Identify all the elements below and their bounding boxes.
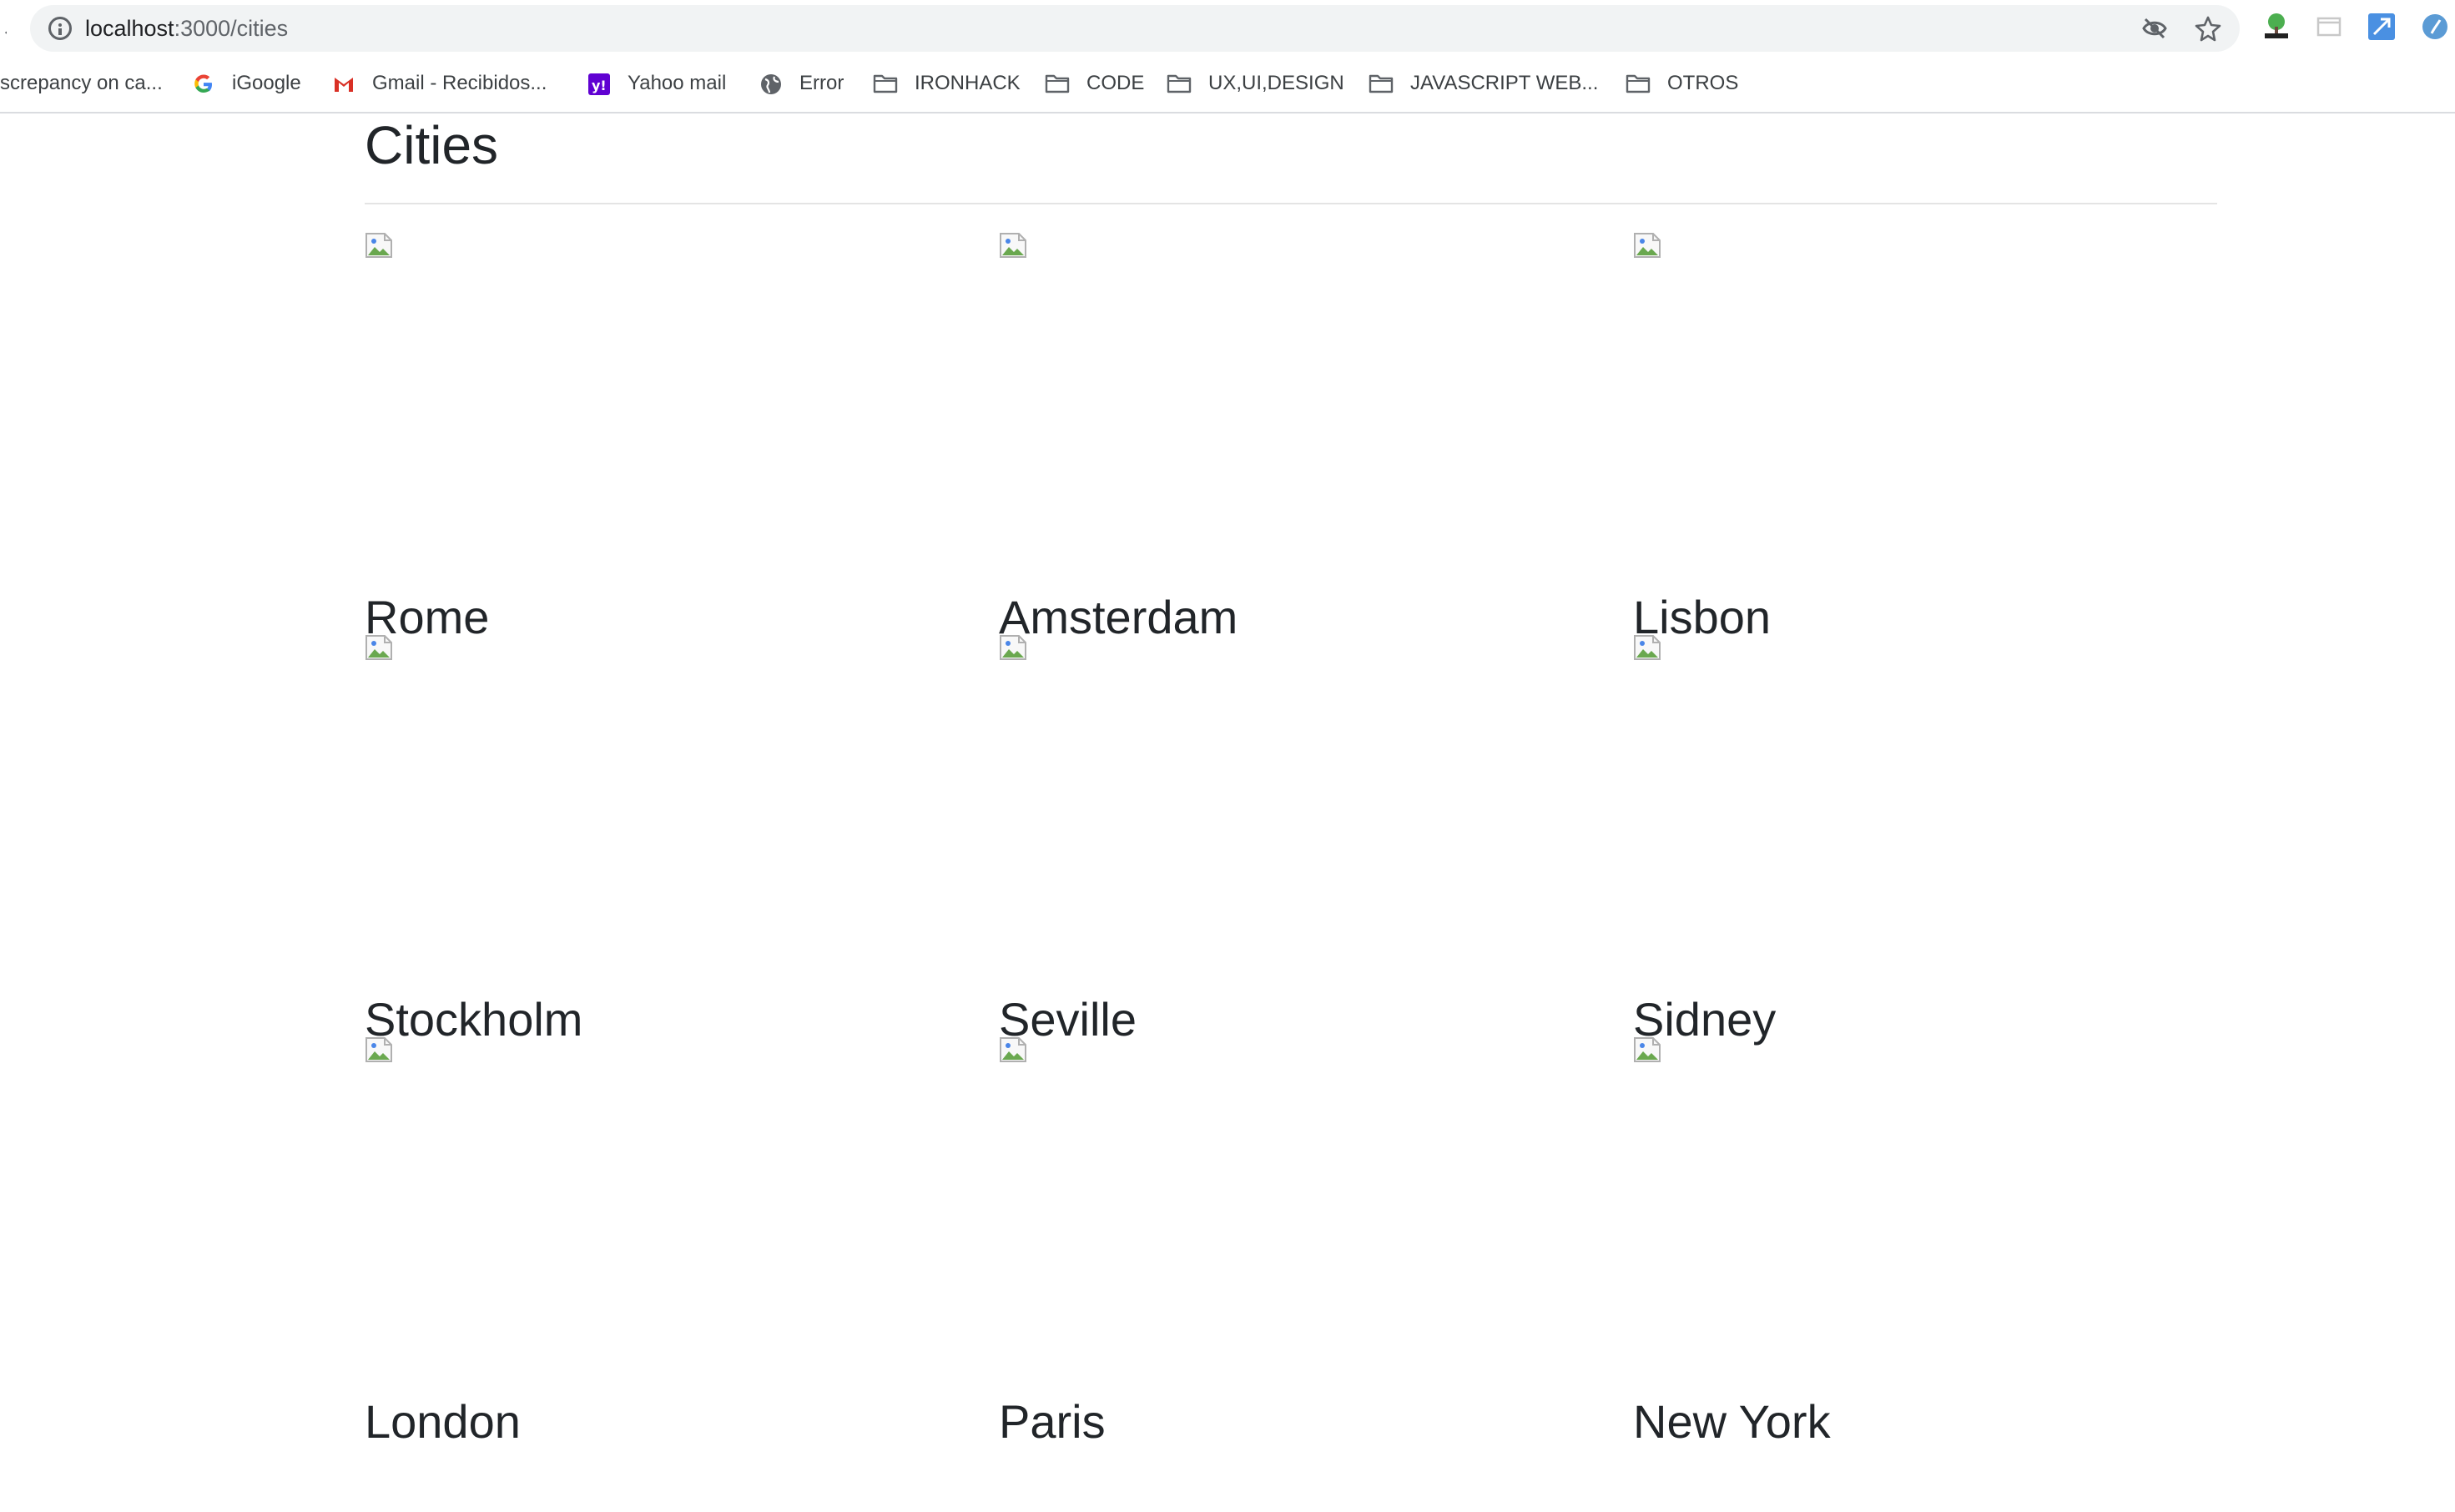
bookmark-label: Yahoo mail [628,72,727,94]
bookmark-label: CODE [1086,72,1145,94]
browser-chrome: ← localhost:3000/cities [0,0,2455,113]
broken-image-icon [1633,1036,1661,1063]
yahoo-icon: y! [587,72,611,95]
broken-image-icon [365,634,393,661]
star-icon[interactable] [2195,15,2221,42]
page-title: Cities [365,115,499,175]
eye-slash-icon[interactable] [2141,15,2168,42]
folder-icon [873,73,898,93]
bookmark-error[interactable]: Error [759,65,844,102]
url-text[interactable]: localhost:3000/cities [85,5,288,52]
broken-image-icon [365,232,393,259]
city-card[interactable]: New York [1633,1036,2217,1448]
bookmark-gmail[interactable]: Gmail - Recibidos... [332,65,547,102]
city-card[interactable]: Amsterdam [999,232,1583,643]
bookmark-yahoo[interactable]: y! Yahoo mail [587,65,726,102]
folder-icon [1626,73,1651,93]
window-icon[interactable] [2315,12,2345,42]
gmail-icon [332,72,355,95]
bookmark-label: iGoogle [232,72,301,94]
broken-image-icon [1633,232,1661,259]
globe-icon [759,72,783,95]
bookmark-label: Error [799,72,844,94]
city-name: Paris [999,1395,1106,1448]
bookmark-folder-code[interactable]: CODE [1045,65,1144,102]
url-host: localhost [85,16,174,41]
broken-image-icon [999,1036,1027,1063]
broken-image-icon [999,634,1027,661]
bookmark-label: JAVASCRIPT WEB... [1410,72,1599,94]
google-icon [192,72,215,95]
city-card[interactable]: London [365,1036,949,1448]
city-card[interactable]: Paris [999,1036,1583,1448]
city-card[interactable]: Stockholm [365,634,949,1046]
bookmark-label: screpancy on ca... [0,72,163,94]
broken-image-icon [365,1036,393,1063]
bookmark-folder-ironhack[interactable]: IRONHACK [873,65,1021,102]
city-name: London [365,1395,521,1448]
city-card[interactable]: Lisbon [1633,232,2217,643]
resize-arrow-icon[interactable] [2367,12,2397,42]
bookmark-label: IRONHACK [915,72,1021,94]
bookmark-folder-otros[interactable]: OTROS [1626,65,1738,102]
bookmarks-bar: screpancy on ca... iGoogle Gmail - Recib… [0,65,2455,102]
folder-icon [1369,73,1394,93]
bookmark-label: UX,UI,DESIGN [1208,72,1344,94]
back-arrow-icon[interactable]: ← [0,17,7,42]
bookmark-folder-ux-ui-design[interactable]: UX,UI,DESIGN [1167,65,1344,102]
city-card[interactable]: Seville [999,634,1583,1046]
folder-icon [1167,73,1192,93]
tree-html-icon[interactable] [2261,12,2291,42]
city-card[interactable]: Sidney [1633,634,2217,1046]
title-divider [365,203,2217,204]
broken-image-icon [1633,634,1661,661]
city-card[interactable]: Rome [365,232,949,643]
info-icon[interactable] [48,17,72,40]
bookmark-label: Gmail - Recibidos... [372,72,547,94]
svg-text:y!: y! [592,78,607,93]
bookmark-label: OTROS [1667,72,1739,94]
bookmark-folder-javascript-web[interactable]: JAVASCRIPT WEB... [1369,65,1598,102]
bookmark-discrepancy[interactable]: screpancy on ca... [0,65,163,102]
bookmark-igoogle[interactable]: iGoogle [192,65,301,102]
circle-extension-icon[interactable] [2420,12,2450,42]
folder-icon [1045,73,1070,93]
address-bar[interactable]: localhost:3000/cities [30,5,2240,52]
broken-image-icon [999,232,1027,259]
url-path: :3000/cities [174,16,289,41]
city-name: New York [1633,1395,1831,1448]
